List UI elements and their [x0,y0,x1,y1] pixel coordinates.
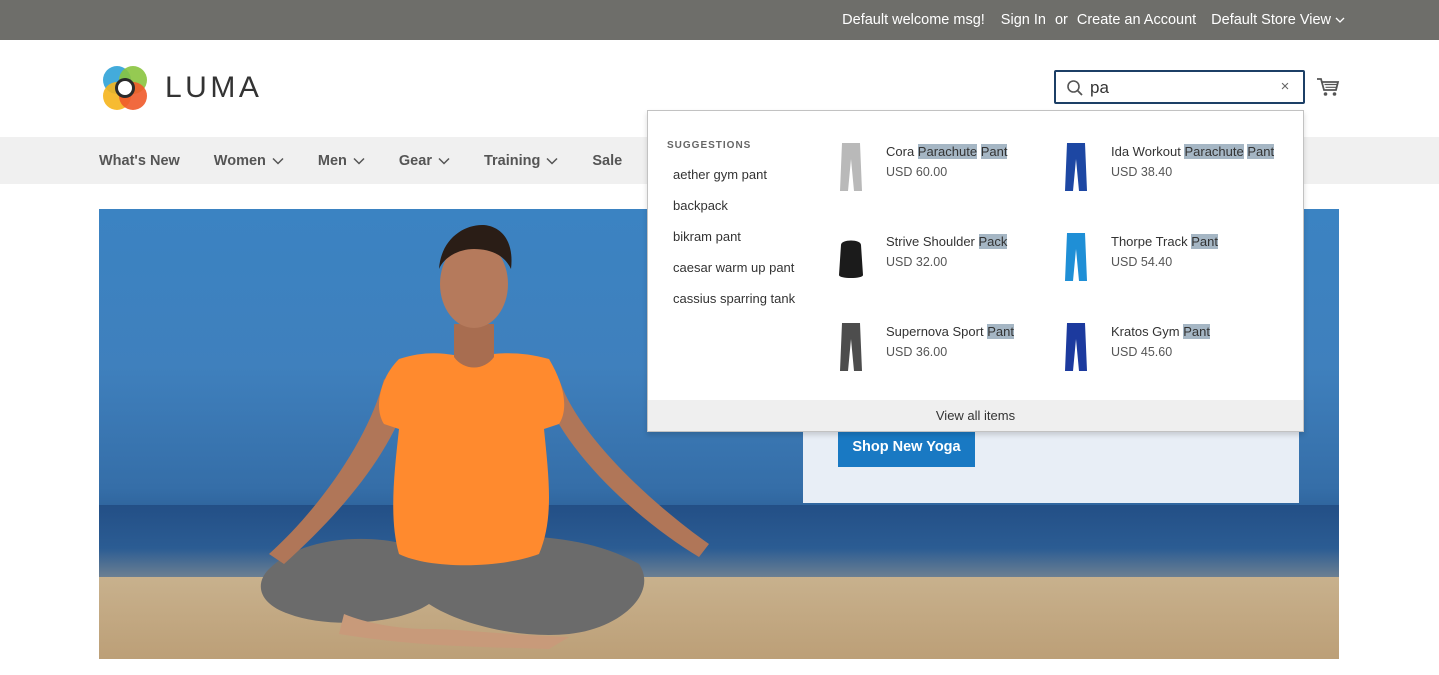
luma-logo[interactable]: LUMA [99,62,262,114]
suggestion-item[interactable]: backpack [673,198,795,229]
query-highlight: Pant [1247,144,1275,159]
top-links: Default welcome msg! Sign In or Create a… [842,0,1345,40]
product-price: USD 60.00 [886,165,948,179]
query-highlight: Pant [1191,234,1218,249]
product-result[interactable]: Kratos Gym Pant USD 45.60 [1059,321,1269,381]
product-result[interactable]: Supernova Sport Pant USD 36.00 [834,321,1044,381]
welcome-message: Default welcome msg! [842,12,985,28]
nav-item-sale[interactable]: Sale [592,153,622,169]
query-highlight: Pant [1183,324,1210,339]
product-name-text: Ida Workout [1111,144,1185,159]
nav-item-men[interactable]: Men [318,153,365,169]
product-thumbnail [1065,143,1087,191]
search-input[interactable] [1090,76,1270,100]
product-name-text: Kratos Gym [1111,324,1184,339]
create-account-link[interactable]: Create an Account [1077,12,1196,28]
product-result[interactable]: Ida Workout Parachute Pant USD 38.40 [1059,141,1275,201]
product-thumbnail [840,323,862,371]
product-name: Supernova Sport Pant [886,324,1014,339]
chevron-down-icon [272,157,284,165]
sign-in-link[interactable]: Sign In [1001,12,1046,28]
product-thumbnail [840,143,862,191]
product-price: USD 54.40 [1111,255,1173,269]
nav-item-label: Men [317,152,347,169]
chevron-down-icon [438,157,450,165]
suggestions-heading: SUGGESTIONS [667,140,752,151]
nav-item-label: Sale [592,152,623,169]
product-result[interactable]: Strive Shoulder Pack USD 32.00 [834,231,1044,291]
store-view-switcher[interactable]: Default Store View [1211,12,1345,28]
product-result[interactable]: Cora Parachute Pant USD 60.00 [834,141,1044,201]
suggestions-list: aether gym pant backpack bikram pant caesar… [673,167,795,322]
nav-item-label: Training [483,152,541,169]
nav-item-gear[interactable]: Gear [399,153,450,169]
nav-item-label: What's New [99,152,180,169]
product-name-text: Strive Shoulder [886,234,979,249]
clear-search-icon[interactable]: × [1277,78,1293,96]
logo-wordmark: LUMA [165,71,263,104]
product-price: USD 32.00 [886,255,948,269]
search-autocomplete: SUGGESTIONS aether gym pant backpack bikra… [647,110,1304,432]
view-all-items-link[interactable]: View all items [648,400,1303,431]
store-view-label: Default Store View [1211,12,1331,28]
product-price: USD 38.40 [1111,165,1173,179]
query-highlight: Parachute [917,144,978,159]
product-price: USD 36.00 [886,345,948,359]
top-bar: Default welcome msg! Sign In or Create a… [0,0,1439,40]
luma-logo-icon [103,66,147,110]
query-highlight: Pant [980,144,1008,159]
query-highlight: Parachute [1184,144,1244,159]
product-name: Thorpe Track Pant [1111,234,1218,249]
nav-item-women[interactable]: Women [214,153,284,169]
product-name-text: Thorpe Track [1111,234,1192,249]
nav-item-what-s-new[interactable]: What's New [99,153,180,169]
product-name: Cora Parachute Pant [886,144,1008,159]
nav-item-training[interactable]: Training [484,153,558,169]
cart-icon[interactable] [1316,75,1340,99]
product-result[interactable]: Thorpe Track Pant USD 54.40 [1059,231,1269,291]
product-name: Ida Workout Parachute Pant [1111,144,1275,159]
shop-new-yoga-button[interactable]: Shop New Yoga [838,427,975,467]
suggestion-item[interactable]: aether gym pant [673,167,795,198]
suggestion-item[interactable]: caesar warm up pant [673,260,795,291]
product-thumbnail [1065,323,1087,371]
product-thumbnail [839,240,863,278]
product-thumbnail [1065,233,1087,281]
product-name: Strive Shoulder Pack [886,234,1008,249]
nav-item-label: Women [213,152,266,169]
or-text: or [1054,12,1068,28]
search-box[interactable]: × [1054,70,1305,104]
suggestion-item[interactable]: bikram pant [673,229,795,260]
product-name-text: Cora [886,144,918,159]
query-highlight: Pant [987,324,1014,339]
product-name-text: Supernova Sport [886,324,988,339]
nav-list: What's NewWomenMenGearTrainingSaleGift [99,137,715,184]
chevron-down-icon [1335,17,1345,23]
chevron-down-icon [353,157,365,165]
query-highlight: Pack [978,234,1008,249]
product-price: USD 45.60 [1111,345,1173,359]
chevron-down-icon [546,157,558,165]
product-name: Kratos Gym Pant [1111,324,1210,339]
nav-item-label: Gear [398,152,432,169]
search-icon [1067,80,1083,96]
suggestion-item[interactable]: cassius sparring tank [673,291,795,322]
